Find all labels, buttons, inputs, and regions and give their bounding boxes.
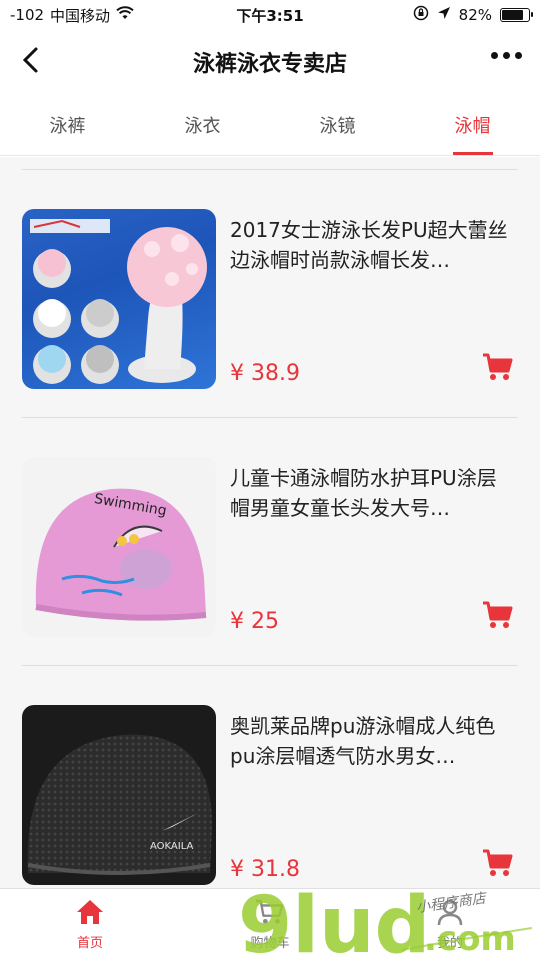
wifi-icon xyxy=(116,6,134,24)
orientation-lock-icon xyxy=(413,5,429,25)
cart-icon xyxy=(255,898,285,930)
page-title: 泳裤泳衣专卖店 xyxy=(192,52,347,77)
category-tabs: 泳裤 泳衣 泳镜 泳帽 xyxy=(0,94,540,156)
product-item[interactable]: 粉色 Swimming 儿童卡通泳帽防水护耳PU涂层帽男童女童长头发大号… ¥ … xyxy=(0,418,540,665)
status-bar: -102 中国移动 下午3:51 82% xyxy=(0,0,540,30)
user-icon xyxy=(435,898,465,930)
product-item[interactable]: AOKAILA 奥凯莱品牌pu游泳帽成人纯色pu涂层帽透气防水男女… ¥ 31.… xyxy=(0,666,540,888)
tabbar-profile[interactable]: 我的 xyxy=(360,889,540,960)
more-dots-icon xyxy=(491,52,498,59)
back-button[interactable] xyxy=(12,44,48,80)
product-item[interactable]: 2017女士游泳长发PU超大蕾丝边泳帽时尚款泳帽长发… ¥ 38.9 xyxy=(0,170,540,417)
carrier-name: 中国移动 xyxy=(50,6,111,25)
tabbar-home-label: 首页 xyxy=(76,936,103,951)
tab-swim-trunks[interactable]: 泳裤 xyxy=(0,94,135,155)
add-to-cart-button[interactable] xyxy=(482,848,514,878)
add-to-cart-button[interactable] xyxy=(482,600,514,630)
tabbar-profile-label: 我的 xyxy=(436,936,463,951)
tabbar-home[interactable]: 首页 xyxy=(0,889,180,960)
home-icon xyxy=(75,898,105,930)
product-price: ¥ 38.9 xyxy=(230,361,300,386)
tabbar-cart-label: 购物车 xyxy=(250,936,290,951)
tabbar-cart[interactable]: 购物车 xyxy=(180,889,360,960)
bottom-tab-bar: 首页 购物车 我的 xyxy=(0,888,540,960)
add-to-cart-button[interactable] xyxy=(482,352,514,382)
product-image[interactable]: AOKAILA xyxy=(22,705,216,885)
product-image[interactable]: 粉色 Swimming xyxy=(22,457,216,637)
cart-icon xyxy=(482,353,514,386)
product-price: ¥ 25 xyxy=(230,609,279,634)
battery-icon xyxy=(500,8,533,22)
more-button[interactable] xyxy=(491,52,522,59)
cap-text: AOKAILA xyxy=(150,841,194,852)
nav-bar: 泳裤泳衣专卖店 xyxy=(0,30,540,94)
product-title[interactable]: 儿童卡通泳帽防水护耳PU涂层帽男童女童长头发大号… xyxy=(230,463,516,523)
tab-swim-caps[interactable]: 泳帽 xyxy=(405,94,540,155)
product-title[interactable]: 2017女士游泳长发PU超大蕾丝边泳帽时尚款泳帽长发… xyxy=(230,215,516,275)
tab-goggles[interactable]: 泳镜 xyxy=(270,94,405,155)
product-list-area[interactable]: 2017女士游泳长发PU超大蕾丝边泳帽时尚款泳帽长发… ¥ 38.9 粉色 Sw… xyxy=(0,157,540,888)
product-image[interactable] xyxy=(22,209,216,389)
chevron-left-icon xyxy=(20,46,40,78)
product-price: ¥ 31.8 xyxy=(230,857,300,882)
active-tab-indicator xyxy=(452,152,493,155)
signal-strength: -102 xyxy=(10,6,45,24)
cart-icon xyxy=(482,601,514,634)
product-title[interactable]: 奥凯莱品牌pu游泳帽成人纯色pu涂层帽透气防水男女… xyxy=(230,711,516,771)
battery-percent: 82% xyxy=(458,6,492,24)
location-arrow-icon xyxy=(437,6,451,24)
tab-swimsuits[interactable]: 泳衣 xyxy=(135,94,270,155)
cart-icon xyxy=(482,849,514,882)
